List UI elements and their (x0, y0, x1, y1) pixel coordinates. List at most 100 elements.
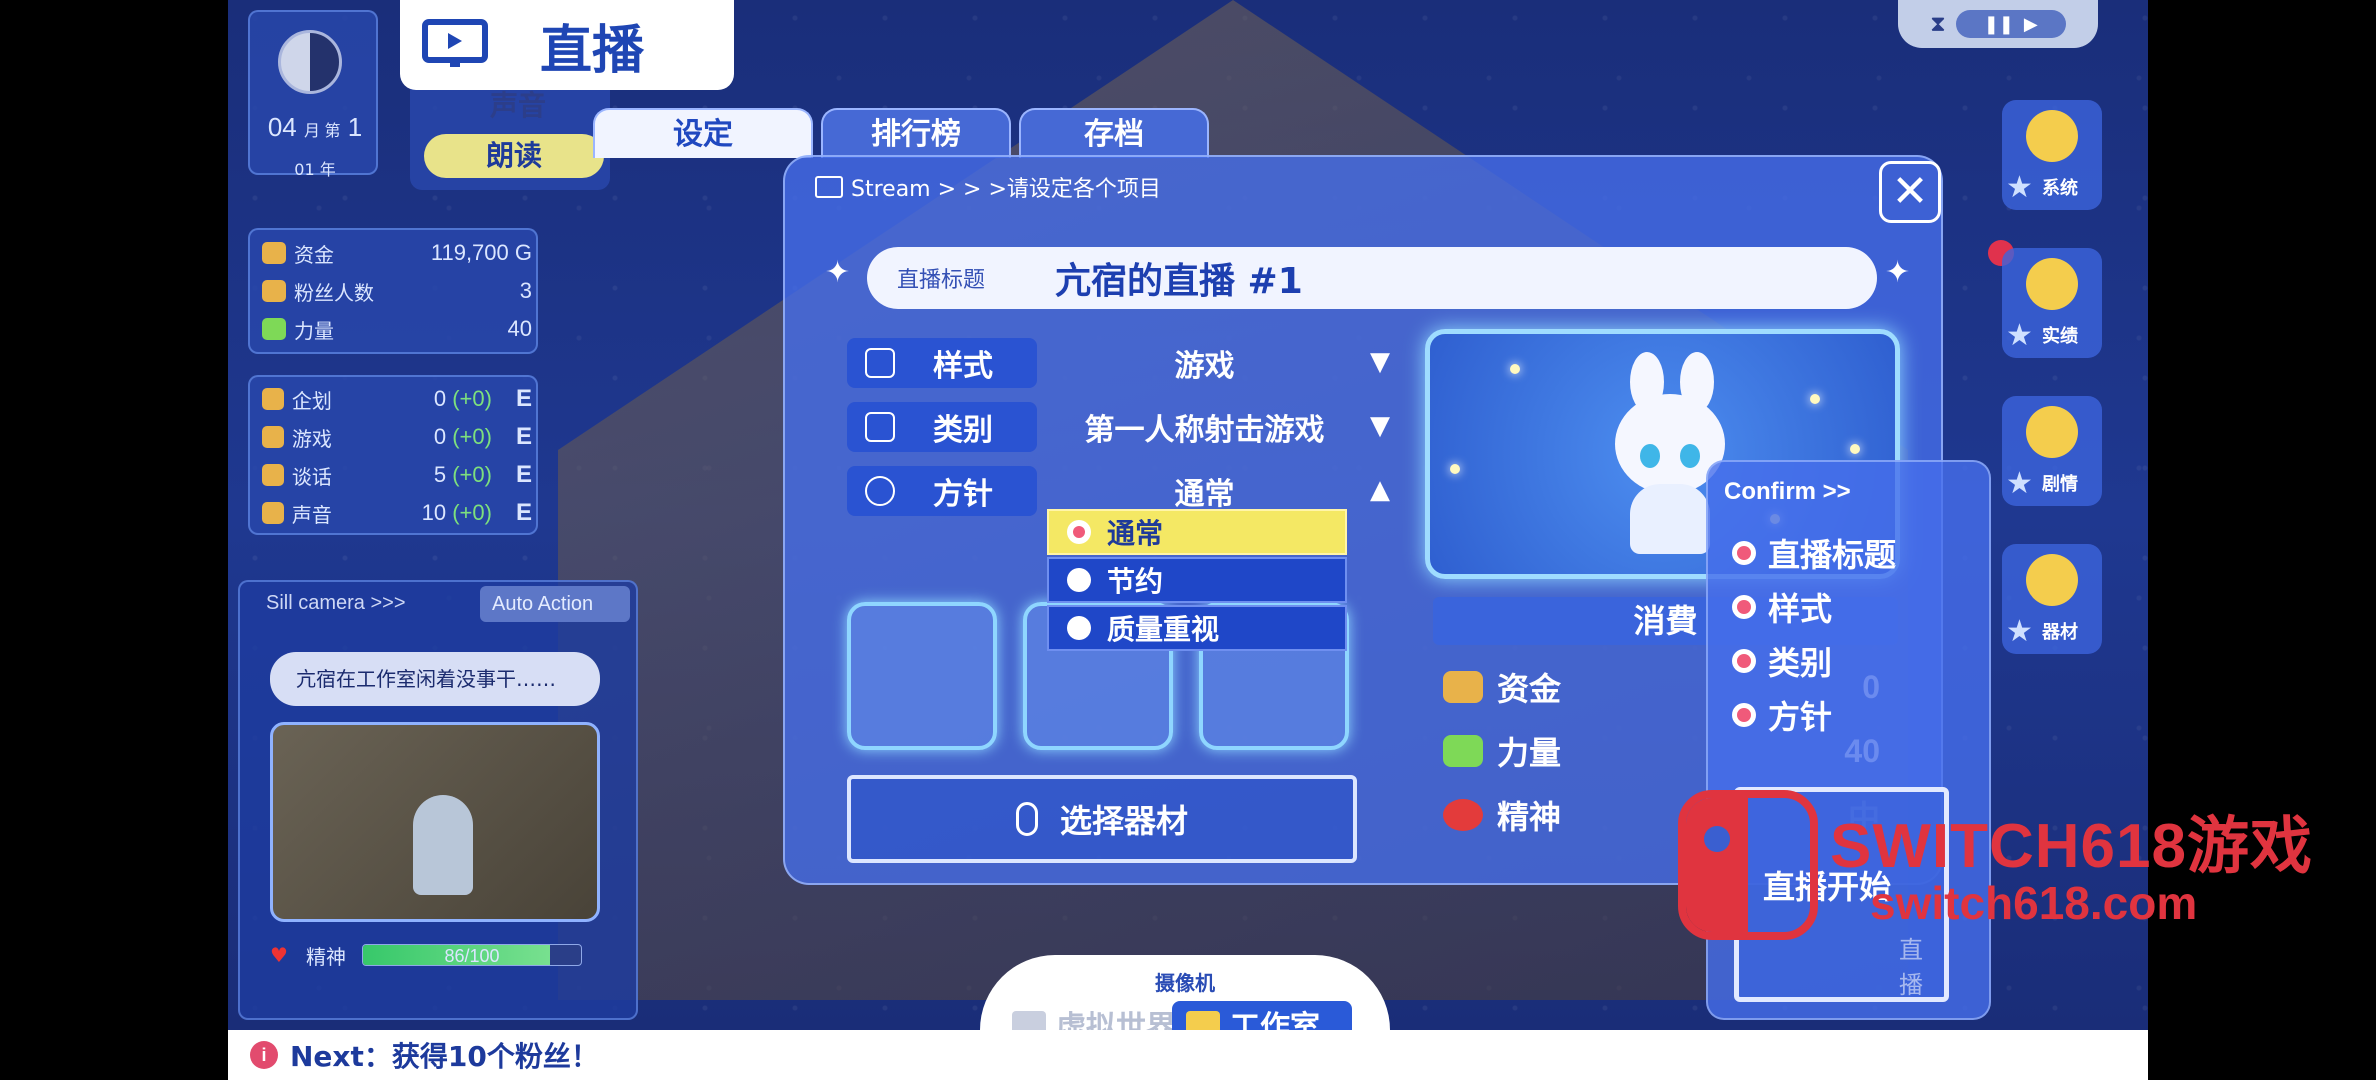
setting-policy-value[interactable]: 通常 ▲ (1037, 469, 1402, 513)
setting-category-value[interactable]: 第一人称射击游戏 ▼ (1037, 405, 1402, 449)
page-title: 直播 (540, 20, 645, 81)
policy-option-normal[interactable]: 通常 (1047, 509, 1347, 555)
microphone-icon (262, 502, 284, 524)
date-display: 04 月 第 1 (254, 112, 376, 143)
tab-virtual-world[interactable]: 虚拟世界 (998, 1001, 1178, 1030)
microphone-icon (1015, 802, 1038, 836)
page-title-card: 直播 (400, 0, 734, 90)
skill-label: 企划 (291, 388, 332, 413)
talk-icon (262, 464, 284, 486)
skill-row-game: 游戏 0 (+0) E (262, 419, 532, 455)
spirit-bar-text: 86/100 (444, 946, 500, 966)
setting-style-label: 样式 (847, 338, 1037, 388)
sparkle-icon: ✦ (1885, 255, 1911, 290)
star-icon: ★ (2006, 614, 2033, 649)
policy-dropdown: 通常 节约 质量重视 (1047, 509, 1347, 653)
skill-value: 10 (+0) (421, 500, 492, 525)
confirm-item: 类别 (1732, 638, 1832, 684)
speech-bubble: 亢宿在工作室闲着没事干…… (270, 652, 600, 706)
close-button[interactable]: ✕ (1879, 161, 1941, 223)
stream-title-label: 直播标题 (897, 268, 986, 293)
skill-label: 谈话 (291, 464, 332, 489)
side-menu-story[interactable]: ★ 剧情 (2002, 396, 2102, 506)
check-dot-icon (1732, 595, 1756, 619)
city-icon (1012, 1011, 1046, 1030)
setting-style-value[interactable]: 游戏 ▼ (1037, 341, 1402, 385)
compass-icon (865, 476, 895, 506)
stream-prompt: Stream > > >请设定各个项目 (851, 177, 1161, 202)
stream-title-value: 亢宿的直播 #1 (1055, 261, 1303, 302)
date-week: 1 (347, 112, 363, 142)
star-icon: ★ (2006, 170, 2033, 205)
camera-header: Sill camera >>> (266, 592, 406, 614)
time-controls: ⧗ ❚❚ ▶ (1898, 0, 2098, 48)
tab-studio[interactable]: 工作室 (1172, 1001, 1352, 1030)
stat-value: 119,700 G (430, 240, 532, 265)
star-icon (1850, 444, 1860, 454)
policy-option-quality[interactable]: 质量重视 (1047, 605, 1347, 651)
check-dot-icon (1732, 541, 1756, 565)
dropdown-caret-icon: ▼ (1370, 347, 1390, 377)
pause-icon[interactable]: ❚❚ (1984, 14, 2014, 35)
tab-ranking[interactable]: 排行榜 (821, 108, 1011, 158)
watermark-url: switch618.com (1870, 877, 2198, 929)
play-icon[interactable]: ▶ (2024, 14, 2038, 35)
setting-category[interactable]: 类别 第一人称射击游戏 ▼ (847, 399, 1402, 455)
date-month: 04 (267, 112, 297, 142)
side-menu-system[interactable]: ★ 系统 (2002, 100, 2102, 210)
stat-label: 力量 (294, 318, 334, 343)
tab-settings[interactable]: 设定 (593, 108, 813, 158)
radio-icon (1067, 616, 1091, 640)
skill-label: 游戏 (291, 426, 332, 451)
select-equipment-button[interactable]: 选择器材 (847, 775, 1357, 863)
info-icon: i (250, 1041, 278, 1069)
skill-value: 0 (+0) (433, 386, 492, 411)
date-year: 01 年 (294, 160, 336, 179)
skills-panel: 企划 0 (+0) E 游戏 0 (+0) E 谈话 5 (+0) E 声音 1… (248, 375, 538, 535)
play-pause-toggle[interactable]: ❚❚ ▶ (1955, 10, 2066, 38)
confirm-item: 样式 (1732, 584, 1832, 630)
gamepad-icon (262, 426, 284, 448)
stream-title-field[interactable]: 直播标题 亢宿的直播 #1 (867, 247, 1877, 309)
stream-header: Stream > > >请设定各个项目 (815, 171, 1161, 203)
skill-grade: E (515, 461, 532, 488)
tab-save[interactable]: 存档 (1019, 108, 1209, 158)
star-icon (1510, 364, 1520, 374)
camera-label: 摄像机 (1155, 971, 1215, 995)
side-menu-equipment[interactable]: ★ 器材 (2002, 544, 2102, 654)
setting-style[interactable]: 样式 游戏 ▼ (847, 335, 1402, 391)
star-icon: ★ (2006, 318, 2033, 353)
skill-value: 0 (+0) (433, 424, 492, 449)
stat-row-power: 力量 40 (262, 312, 532, 346)
policy-option-save[interactable]: 节约 (1047, 557, 1347, 603)
switch-logo-left-half (1686, 798, 1748, 932)
equipment-slot-1[interactable] (847, 602, 997, 750)
coins-icon (262, 242, 286, 264)
character-eye (1640, 444, 1660, 468)
read-aloud-button[interactable]: 朗读 (424, 134, 604, 178)
date-month-unit: 月 第 (304, 123, 341, 140)
stat-row-fans: 粉丝人数 3 (262, 274, 532, 308)
power-icon (1443, 735, 1483, 767)
folder-icon (865, 412, 895, 442)
check-dot-icon (1732, 649, 1756, 673)
skill-label: 声音 (291, 502, 332, 527)
auto-action-button[interactable]: Auto Action (480, 586, 630, 622)
start-stream-sublabel: 直播 (1899, 936, 1923, 999)
setting-category-label: 类别 (847, 402, 1037, 452)
confirm-item: 方针 (1732, 692, 1832, 738)
star-icon: ★ (2006, 466, 2033, 501)
heart-icon (1443, 799, 1483, 831)
switch-logo-dot (1704, 826, 1730, 852)
trophy-icon (2026, 258, 2078, 310)
monitor-icon (815, 176, 843, 198)
heart-icon: ♥ (270, 943, 288, 967)
spirit-row: ♥ 精神 86/100 (270, 940, 610, 970)
power-icon (262, 318, 286, 340)
watermark-text: SWITCH618游戏 (1830, 812, 2313, 881)
spirit-label: 精神 (306, 944, 346, 969)
stat-label: 资金 (294, 242, 334, 267)
book-icon (2026, 406, 2078, 458)
side-menu-achievements[interactable]: ★ 实绩 (2002, 248, 2102, 358)
character-body (1630, 484, 1710, 554)
